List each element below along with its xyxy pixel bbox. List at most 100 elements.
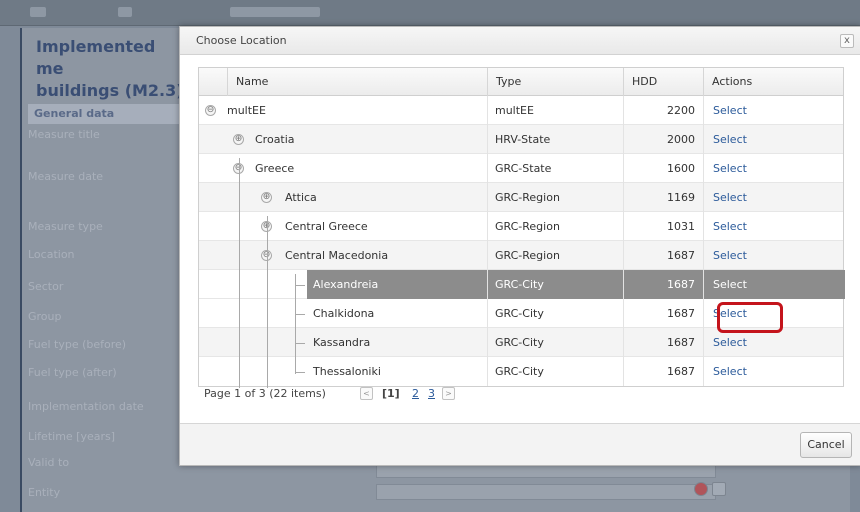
select-link[interactable]: Select bbox=[713, 96, 747, 125]
tree-row[interactable]: ⊕ Attica GRC-Region 1169 Select bbox=[199, 183, 843, 212]
column-divider bbox=[623, 96, 624, 386]
column-header-type[interactable]: Type bbox=[487, 68, 623, 96]
bg-title-line: buildings (M2.3) bbox=[36, 81, 184, 100]
bg-toolbar-item bbox=[30, 7, 46, 17]
column-header-name[interactable]: Name bbox=[227, 68, 487, 96]
row-hdd: 1169 bbox=[667, 191, 695, 204]
row-name: Alexandreia bbox=[313, 278, 379, 291]
prev-page-icon[interactable]: < bbox=[360, 387, 373, 400]
row-hdd: 1687 bbox=[667, 365, 695, 378]
select-link[interactable]: Select bbox=[713, 357, 747, 386]
select-link[interactable]: Select bbox=[713, 270, 747, 299]
bg-field-label: Location bbox=[28, 248, 75, 261]
collapse-icon[interactable]: ⊖ bbox=[205, 105, 216, 116]
row-type: GRC-Region bbox=[495, 220, 560, 233]
dialog-title: Choose Location bbox=[196, 34, 287, 47]
tree-row[interactable]: ⊕ Croatia HRV-State 2000 Select bbox=[199, 125, 843, 154]
row-name: Greece bbox=[255, 162, 295, 175]
column-divider bbox=[487, 96, 488, 386]
background-page-title: Implemented me buildings (M2.3) bbox=[36, 36, 186, 102]
tree-row[interactable]: ⊖ Greece GRC-State 1600 Select bbox=[199, 154, 843, 183]
bg-field-label: Lifetime [years] bbox=[28, 430, 116, 443]
bg-field-label: Valid to bbox=[28, 456, 70, 469]
select-link[interactable]: Select bbox=[713, 154, 747, 183]
tree-connector bbox=[295, 372, 305, 373]
select-link[interactable]: Select bbox=[713, 212, 747, 241]
tree-connector bbox=[239, 158, 240, 388]
row-hdd: 1687 bbox=[667, 307, 695, 320]
bg-field-label: Measure title bbox=[28, 128, 100, 141]
row-name: Central Greece bbox=[285, 220, 368, 233]
column-header-actions: Actions bbox=[703, 68, 845, 96]
row-type: GRC-City bbox=[495, 278, 544, 291]
row-hdd: 1687 bbox=[667, 278, 695, 291]
bg-field-label: Entity bbox=[28, 486, 61, 499]
row-hdd: 1600 bbox=[667, 162, 695, 175]
bg-toolbar-item bbox=[230, 7, 320, 17]
pager-current-page: [1] bbox=[382, 387, 400, 400]
next-page-icon[interactable]: > bbox=[442, 387, 455, 400]
row-type: GRC-City bbox=[495, 365, 544, 378]
tree-connector bbox=[295, 285, 305, 286]
row-hdd: 2200 bbox=[667, 104, 695, 117]
annotation-highlight-box bbox=[717, 302, 783, 333]
bg-field-label: Fuel type (after) bbox=[28, 366, 117, 379]
row-type: HRV-State bbox=[495, 133, 551, 146]
row-type: multEE bbox=[495, 104, 534, 117]
tree-row[interactable]: ⊕ Central Greece GRC-Region 1031 Select bbox=[199, 212, 843, 241]
bg-field-label: Fuel type (before) bbox=[28, 338, 127, 351]
row-type: GRC-Region bbox=[495, 249, 560, 262]
pager-page-2[interactable]: 2 bbox=[412, 387, 419, 400]
bg-field-label: Implementation date bbox=[28, 400, 144, 413]
tree-connector bbox=[267, 216, 268, 388]
bg-field-label: Group bbox=[28, 310, 62, 323]
expand-icon[interactable]: ⊕ bbox=[261, 192, 272, 203]
select-link[interactable]: Select bbox=[713, 183, 747, 212]
tree-connector bbox=[295, 314, 305, 315]
expand-icon[interactable]: ⊕ bbox=[233, 134, 244, 145]
bg-field-label: Measure date bbox=[28, 170, 104, 183]
row-type: GRC-City bbox=[495, 307, 544, 320]
bg-input-field bbox=[376, 484, 716, 500]
grid-header: Name Type HDD Actions bbox=[199, 68, 843, 96]
bg-field-label: Sector bbox=[28, 280, 64, 293]
row-name: Central Macedonia bbox=[285, 249, 389, 262]
row-hdd: 2000 bbox=[667, 133, 695, 146]
row-name: Croatia bbox=[255, 133, 295, 146]
row-type: GRC-Region bbox=[495, 191, 560, 204]
bg-remove-icon bbox=[694, 482, 708, 496]
row-hdd: 1687 bbox=[667, 336, 695, 349]
select-link[interactable]: Select bbox=[713, 241, 747, 270]
column-divider bbox=[703, 96, 704, 386]
row-name: Chalkidona bbox=[313, 307, 375, 320]
select-link[interactable]: Select bbox=[713, 125, 747, 154]
column-header-hdd[interactable]: HDD bbox=[623, 68, 703, 96]
dialog-header: Choose Location x bbox=[180, 27, 860, 55]
bg-title-line: Implemented me bbox=[36, 37, 156, 78]
dialog-footer: Cancel bbox=[180, 423, 860, 465]
background-section-header: General data bbox=[28, 104, 188, 124]
tree-connector bbox=[295, 343, 305, 344]
bg-toolbar-item bbox=[118, 7, 132, 17]
row-type: GRC-City bbox=[495, 336, 544, 349]
tree-row[interactable]: ⊖ Central Macedonia GRC-Region 1687 Sele… bbox=[199, 241, 843, 270]
close-icon[interactable]: x bbox=[840, 34, 854, 48]
cancel-button[interactable]: Cancel bbox=[800, 432, 852, 458]
tree-row[interactable]: ⊖ multEE multEE 2200 Select bbox=[199, 96, 843, 125]
bg-dropdown-icon bbox=[712, 482, 726, 496]
row-hdd: 1687 bbox=[667, 249, 695, 262]
row-hdd: 1031 bbox=[667, 220, 695, 233]
location-tree-grid: Name Type HDD Actions ⊖ multEE multEE 22… bbox=[198, 67, 845, 388]
bg-field-label: Measure type bbox=[28, 220, 103, 233]
choose-location-dialog: Choose Location x Name Type HDD Actions … bbox=[179, 26, 860, 466]
row-name: Thessaloniki bbox=[313, 365, 381, 378]
row-name: Kassandra bbox=[313, 336, 371, 349]
row-type: GRC-State bbox=[495, 162, 552, 175]
row-name: multEE bbox=[227, 104, 266, 117]
pager-summary: Page 1 of 3 (22 items) bbox=[204, 387, 326, 400]
background-toolbar bbox=[0, 0, 860, 26]
pager-page-3[interactable]: 3 bbox=[428, 387, 435, 400]
selection-highlight bbox=[307, 270, 845, 299]
tree-connector bbox=[295, 274, 296, 374]
row-name: Attica bbox=[285, 191, 317, 204]
